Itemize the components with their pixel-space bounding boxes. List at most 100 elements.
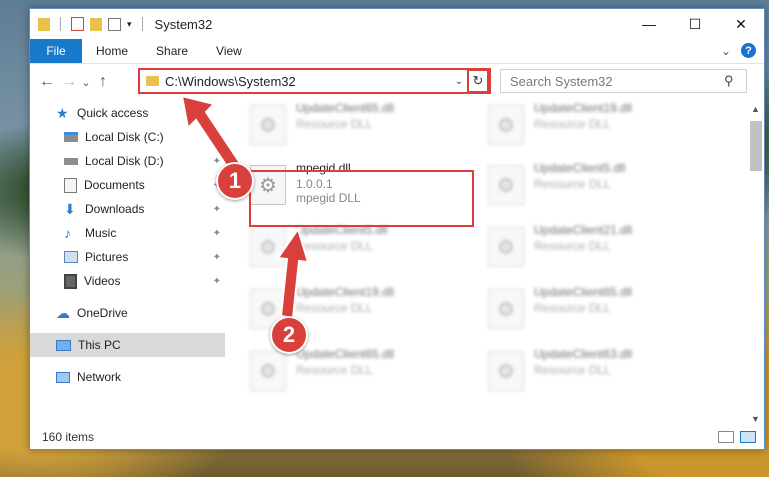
search-icon[interactable]: ⚲ [724,73,746,89]
dll-file-icon: ⚙ [250,105,286,145]
dll-file-icon: ⚙ [488,165,524,205]
folder-icon [146,76,159,86]
maximize-button[interactable]: ☐ [672,9,718,39]
documents-icon [64,177,77,193]
file-type: Resource DLL [296,301,373,315]
pin-icon[interactable]: ✦ [213,228,221,239]
close-button[interactable]: ✕ [718,9,764,39]
file-type: Resource DLL [534,177,611,191]
navigation-bar: ← → ⌄ ↑ C:\Windows\System32 ⌄ ↻ Search S… [30,64,764,100]
new-folder-icon[interactable] [90,17,102,31]
sidebar-item-label: Music [85,226,117,240]
tab-view[interactable]: View [202,39,256,63]
file-type: Resource DLL [534,117,611,131]
sidebar-item-videos[interactable]: Videos ✦ [30,269,225,293]
file-name: UpdateClient65.dll [296,101,395,115]
file-type: Resource DLL [296,239,373,253]
scroll-thumb[interactable] [749,121,762,171]
address-bar[interactable]: C:\Windows\System32 ⌄ [138,68,491,94]
tab-file[interactable]: File [30,39,82,63]
scroll-up-icon[interactable]: ▲ [747,101,764,117]
help-icon[interactable]: ? [741,43,756,58]
window-controls: — ☐ ✕ [626,9,764,39]
divider [141,17,143,31]
file-name: UpdateClient65.dll [296,347,395,361]
dll-file-icon: ⚙ [488,289,524,329]
sidebar-item-label: Quick access [77,106,149,120]
sidebar-item-downloads[interactable]: ⬇ Downloads ✦ [30,197,225,221]
ribbon-expand-icon[interactable]: ⌄ [721,44,731,58]
list-item[interactable]: ⚙ UpdateClient65.dll Resource DLL [488,285,718,335]
pin-icon[interactable]: ✦ [213,132,221,143]
search-input[interactable]: Search System32 [501,74,724,89]
list-item[interactable]: ⚙ UpdateClient21.dll Resource DLL [488,223,718,273]
pin-icon[interactable]: ✦ [213,204,221,215]
file-type: Resource DLL [534,363,611,377]
sidebar-item-onedrive[interactable]: ☁ OneDrive [30,301,225,325]
sidebar-item-documents[interactable]: Documents ✦ [30,173,225,197]
sidebar-item-label: OneDrive [77,306,128,320]
item-count: 160 items [42,430,95,444]
list-item[interactable]: ⚙ UpdateClient5.dll Resource DLL [250,223,480,273]
sidebar-item-label: Network [77,370,122,384]
scroll-track[interactable] [747,171,764,411]
address-path[interactable]: C:\Windows\System32 [165,74,451,89]
star-icon: ★ [56,105,69,121]
list-item[interactable]: ⚙ UpdateClient65.dll Resource DLL [250,101,480,151]
sidebar-item-this-pc[interactable]: This PC [30,333,225,357]
quick-access-toolbar: ▾ [30,17,147,31]
pin-icon[interactable]: ✦ [213,252,221,263]
file-type: Resource DLL [296,117,373,131]
large-icons-view-icon[interactable] [740,431,756,443]
dll-file-icon: ⚙ [488,105,524,145]
list-item[interactable]: ⚙ UpdateClient19.dll Resource DLL [488,101,718,151]
sidebar-item-local-disk-c[interactable]: Local Disk (C:) ✦ [30,125,225,149]
minimize-button[interactable]: — [626,9,672,39]
customize-toolbar-icon[interactable] [108,17,121,31]
file-type: Resource DLL [534,239,611,253]
ribbon-tabs: File Home Share View ⌄ ? [30,39,764,64]
computer-icon [56,339,71,351]
refresh-button[interactable]: ↻ [467,69,489,93]
sidebar-item-label: Local Disk (D:) [85,154,164,168]
tab-home[interactable]: Home [82,39,142,63]
address-dropdown-icon[interactable]: ⌄ [451,76,467,87]
sidebar-item-label: Pictures [85,250,129,264]
pin-icon[interactable]: ✦ [213,156,221,167]
file-type: Resource DLL [296,363,373,377]
recent-locations-button[interactable]: ⌄ [80,71,92,93]
file-list: ⚙ UpdateClient65.dll Resource DLL ⚙ mpeg… [226,101,742,405]
back-button[interactable]: ← [36,71,58,93]
window-title: System32 [154,16,213,32]
tab-share[interactable]: Share [142,39,202,63]
properties-icon[interactable] [71,17,84,31]
videos-icon [64,273,77,289]
download-icon: ⬇ [64,201,76,217]
folder-icon[interactable] [38,17,50,31]
sidebar-item-quick-access[interactable]: ★ Quick access [30,101,225,125]
dll-file-icon: ⚙ [250,227,286,267]
divider [60,17,61,31]
drive-icon [64,132,78,142]
vertical-scrollbar[interactable]: ▲ ▼ [747,101,764,431]
list-item[interactable]: ⚙ UpdateClient65.dll Resource DLL [250,347,480,397]
list-item[interactable]: ⚙ UpdateClient5.dll Resource DLL [488,161,718,211]
sidebar-item-pictures[interactable]: Pictures ✦ [30,245,225,269]
forward-button[interactable]: → [58,71,80,93]
file-name: UpdateClient65.dll [534,285,633,299]
cloud-icon: ☁ [56,305,70,321]
file-type: Resource DLL [534,301,611,315]
explorer-window: ▾ System32 — ☐ ✕ File Home Share View ⌄ … [29,8,765,450]
pin-icon[interactable]: ✦ [213,276,221,287]
up-button[interactable]: ↑ [92,71,114,93]
sidebar-item-network[interactable]: Network [30,365,225,389]
search-box[interactable]: Search System32 ⚲ [500,69,747,93]
dll-file-icon: ⚙ [250,351,286,391]
details-view-icon[interactable] [718,431,734,443]
qat-dropdown-icon[interactable]: ▾ [127,19,132,30]
sidebar-item-music[interactable]: ♪ Music ✦ [30,221,225,245]
ribbon-right-controls: ⌄ ? [721,43,756,58]
list-item[interactable]: ⚙ UpdateClient63.dll Resource DLL [488,347,718,397]
sidebar-item-local-disk-d[interactable]: Local Disk (D:) ✦ [30,149,225,173]
